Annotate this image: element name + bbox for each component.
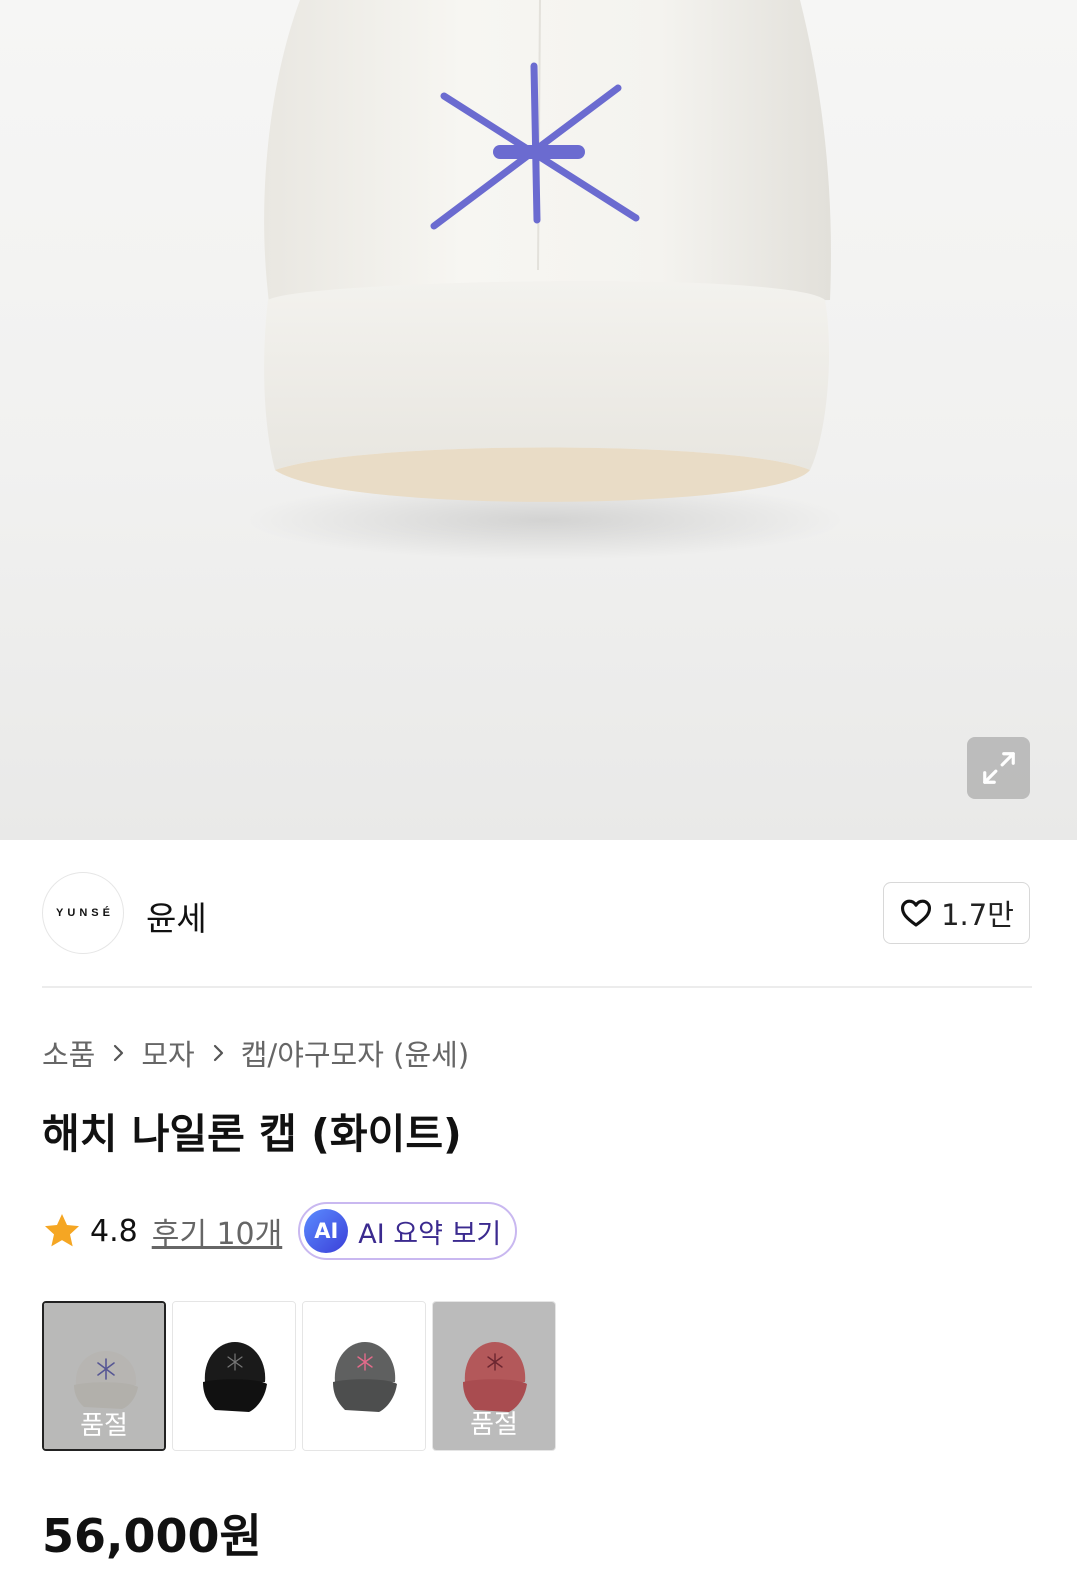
brand-logo[interactable]: YUNSÉ [42,872,124,954]
product-image[interactable] [0,0,1077,840]
ai-icon: AI [304,1209,349,1253]
color-swatches: 품절 품절 [42,1301,556,1451]
sold-out-label: 품절 [80,1411,128,1441]
star-icon [45,1214,79,1247]
breadcrumb-item-accessories[interactable]: 소품 [42,1032,95,1074]
like-count: 1.7만 [941,898,1014,932]
cap-image [245,0,845,560]
swatch-white[interactable]: 품절 [42,1301,166,1451]
reviews-link[interactable]: 후기 10개 [152,1209,283,1253]
product-price: 56,000원 [42,1509,262,1563]
swatch-red[interactable]: 품절 [432,1301,556,1451]
breadcrumb-item-caps[interactable]: 캡/야구모자 (윤세) [241,1032,469,1074]
chevron-right-icon [209,1042,227,1064]
like-button[interactable]: 1.7만 [883,882,1030,944]
product-title: 해치 나일론 캡 (화이트) [42,1110,462,1158]
expand-image-button[interactable] [967,737,1030,799]
heart-icon [901,899,932,927]
swatch-charcoal[interactable] [302,1301,426,1451]
cap-thumbnail [303,1302,425,1450]
sold-out-label: 품절 [470,1410,518,1440]
rating-row: 4.8 후기 10개 AI AI 요약 보기 [42,1202,518,1260]
ai-summary-label: AI 요약 보기 [358,1218,502,1250]
cap-thumbnail [173,1302,295,1450]
swatch-black[interactable] [172,1301,296,1451]
breadcrumb: 소품 모자 캡/야구모자 (윤세) [42,1032,469,1074]
brand-name[interactable]: 윤세 [146,892,207,940]
breadcrumb-item-hats[interactable]: 모자 [141,1032,194,1074]
divider [42,986,1032,988]
brand-row: YUNSÉ 윤세 1.7만 [42,872,1030,954]
expand-icon [982,752,1015,784]
chevron-right-icon [109,1042,127,1064]
ai-summary-button[interactable]: AI AI 요약 보기 [298,1202,518,1260]
rating-score: 4.8 [90,1213,138,1249]
brand-logo-text: YUNSÉ [56,907,114,919]
